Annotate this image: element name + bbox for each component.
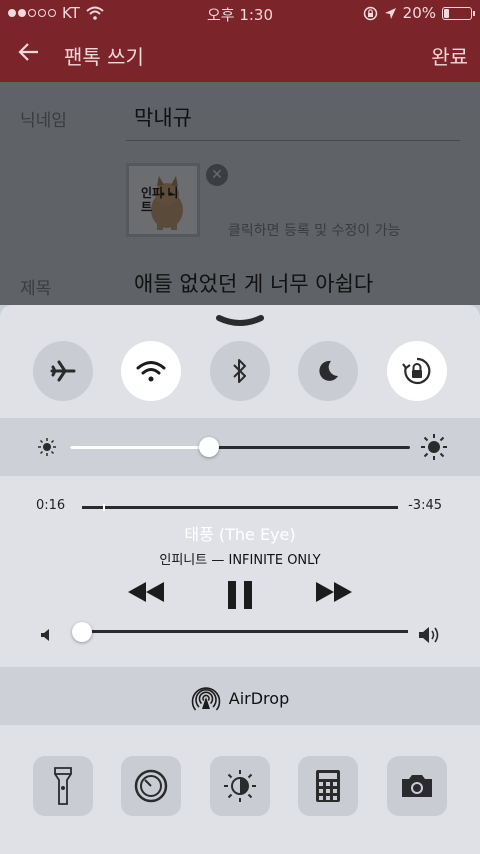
wifi-icon bbox=[136, 361, 166, 382]
calculator-icon bbox=[316, 770, 340, 802]
brightness-row bbox=[0, 418, 480, 476]
volume-low-icon bbox=[41, 629, 49, 641]
control-center: 0:16 -3:45 태풍 (The Eye) 인피니트 — INFINITE … bbox=[0, 305, 480, 854]
volume-slider[interactable] bbox=[82, 630, 408, 633]
rotation-lock-toggle[interactable] bbox=[387, 341, 447, 401]
airdrop-icon bbox=[191, 687, 221, 711]
title-label: 제목 bbox=[20, 279, 52, 299]
previous-track-button[interactable] bbox=[126, 580, 166, 604]
battery-percent: 20% bbox=[402, 4, 436, 22]
control-center-handle[interactable] bbox=[216, 313, 264, 332]
next-track-button[interactable] bbox=[314, 580, 354, 604]
app-header: 팬톡 쓰기 완료 bbox=[0, 28, 480, 82]
image-hint: 클릭하면 등록 및 수정이 가능 bbox=[228, 223, 401, 239]
arrow-left-icon[interactable] bbox=[18, 41, 40, 69]
calculator-button[interactable] bbox=[298, 756, 358, 816]
pause-icon bbox=[228, 581, 252, 609]
airplane-mode-toggle[interactable] bbox=[33, 341, 93, 401]
brightness-knob[interactable] bbox=[199, 437, 220, 457]
airdrop-button[interactable]: AirDrop bbox=[0, 667, 480, 725]
page-title: 팬톡 쓰기 bbox=[64, 45, 144, 69]
timer-button[interactable] bbox=[121, 756, 181, 816]
bluetooth-toggle[interactable] bbox=[210, 341, 270, 401]
battery-icon bbox=[442, 6, 475, 20]
volume-high-icon bbox=[419, 627, 439, 643]
nickname-field[interactable]: 막내규 bbox=[134, 102, 192, 132]
volume-knob[interactable] bbox=[72, 622, 92, 642]
night-shift-button[interactable] bbox=[210, 756, 270, 816]
bluetooth-icon bbox=[233, 359, 246, 383]
brightness-slider[interactable] bbox=[70, 446, 410, 449]
song-artist: 인피니트 — INFINITE ONLY bbox=[159, 553, 321, 568]
wifi-toggle[interactable] bbox=[121, 341, 181, 401]
brightness-low-icon bbox=[38, 438, 56, 456]
compose-form: 닉네임 막내규 인피 니트 ✕ 클릭하면 등록 및 수정이 가능 제목 애들 없… bbox=[0, 82, 480, 305]
playback-scrubber[interactable] bbox=[82, 504, 398, 511]
music-player: 0:16 -3:45 태풍 (The Eye) 인피니트 — INFINITE … bbox=[0, 476, 480, 666]
done-button[interactable]: 완료 bbox=[431, 41, 468, 70]
toggle-row bbox=[0, 341, 480, 405]
brightness-fill bbox=[70, 446, 210, 449]
status-bar: KT 오후 1:30 20% bbox=[0, 0, 480, 28]
night-shift-icon bbox=[224, 770, 256, 802]
airplane-icon bbox=[50, 360, 76, 382]
title-field[interactable]: 애들 없었던 게 너무 아쉽다 bbox=[134, 268, 373, 298]
brightness-high-icon bbox=[421, 434, 447, 460]
rotation-lock-status-icon bbox=[363, 6, 377, 20]
image-caption: 인피 니트 bbox=[141, 186, 179, 214]
camera-button[interactable] bbox=[387, 756, 447, 816]
rotation-lock-icon bbox=[402, 357, 431, 385]
remove-image-close-icon[interactable]: ✕ bbox=[206, 164, 228, 186]
airdrop-label: AirDrop bbox=[228, 688, 290, 708]
nickname-underline bbox=[126, 140, 460, 141]
elapsed-time: 0:16 bbox=[36, 498, 66, 513]
flashlight-icon bbox=[54, 767, 72, 805]
location-icon bbox=[384, 7, 396, 19]
playback-position-marker[interactable] bbox=[102, 504, 105, 511]
attached-image[interactable]: 인피 니트 bbox=[126, 163, 200, 237]
flashlight-button[interactable] bbox=[33, 756, 93, 816]
timer-icon bbox=[134, 769, 168, 803]
moon-icon bbox=[319, 360, 338, 381]
remaining-time: -3:45 bbox=[408, 498, 442, 513]
shortcut-row bbox=[0, 756, 480, 818]
do-not-disturb-toggle[interactable] bbox=[298, 341, 358, 401]
camera-icon bbox=[402, 775, 432, 797]
song-title: 태풍 (The Eye) bbox=[184, 525, 296, 544]
nickname-label: 닉네임 bbox=[20, 111, 67, 131]
pause-button[interactable] bbox=[226, 580, 254, 610]
fast-forward-icon bbox=[316, 582, 352, 602]
rewind-icon bbox=[128, 582, 164, 602]
